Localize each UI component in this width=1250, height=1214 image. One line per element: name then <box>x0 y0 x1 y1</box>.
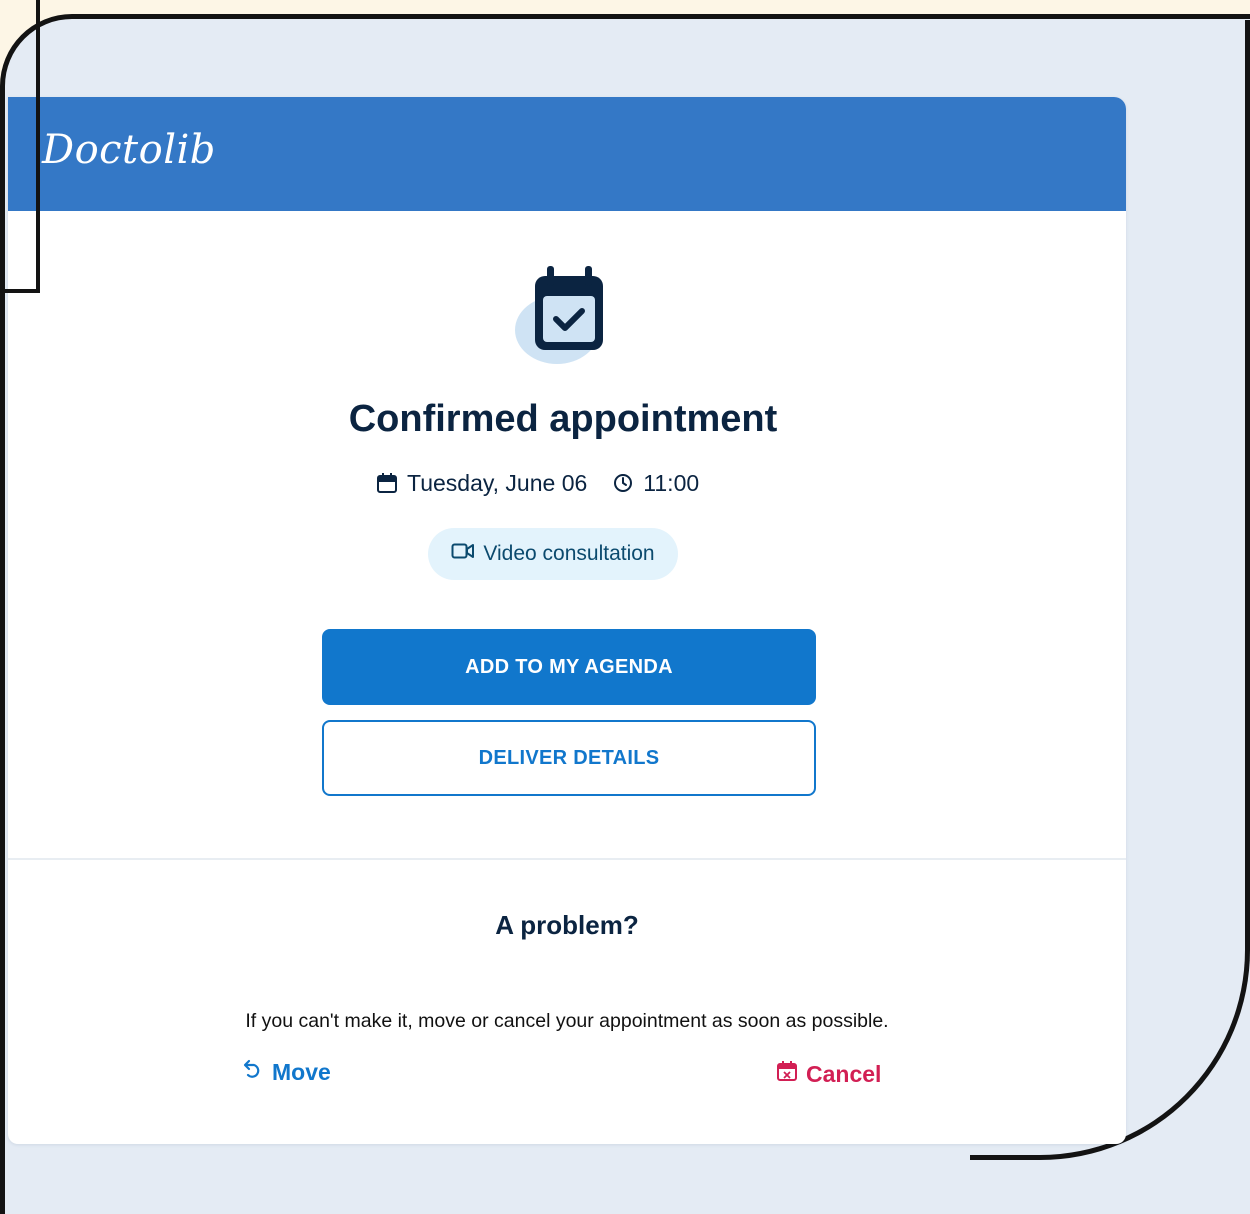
page-title: Confirmed appointment <box>348 398 778 440</box>
calendar-x-icon <box>776 1060 798 1088</box>
problem-description: If you can't make it, move or cancel you… <box>245 1010 889 1032</box>
deliver-details-button[interactable]: DELIVER DETAILS <box>322 720 816 796</box>
problem-heading: A problem? <box>495 910 639 940</box>
consultation-type-badge: Video consultation <box>428 528 678 580</box>
cancel-appointment-link[interactable]: Cancel <box>776 1060 881 1088</box>
calendar-icon <box>377 473 397 493</box>
appointment-date: Tuesday, June 06 <box>407 469 588 496</box>
card-header: Doctolib <box>8 97 1126 211</box>
clock-icon <box>613 473 633 493</box>
cancel-label: Cancel <box>806 1060 882 1087</box>
add-to-agenda-button[interactable]: ADD TO MY AGENDA <box>322 629 816 705</box>
callout-frame <box>0 0 40 293</box>
undo-arrow-icon <box>240 1058 264 1086</box>
confirmation-card: Doctolib <box>8 97 1126 1144</box>
appointment-datetime: Tuesday, June 06 11:00 <box>377 468 699 498</box>
section-divider <box>8 858 1126 860</box>
move-label: Move <box>272 1058 331 1085</box>
doctolib-logo: Doctolib <box>42 127 216 173</box>
video-camera-icon <box>451 542 475 566</box>
move-appointment-link[interactable]: Move <box>240 1058 331 1086</box>
calendar-check-icon <box>513 262 623 372</box>
appointment-time: 11:00 <box>643 469 700 496</box>
consultation-type-label: Video consultation <box>483 542 655 565</box>
